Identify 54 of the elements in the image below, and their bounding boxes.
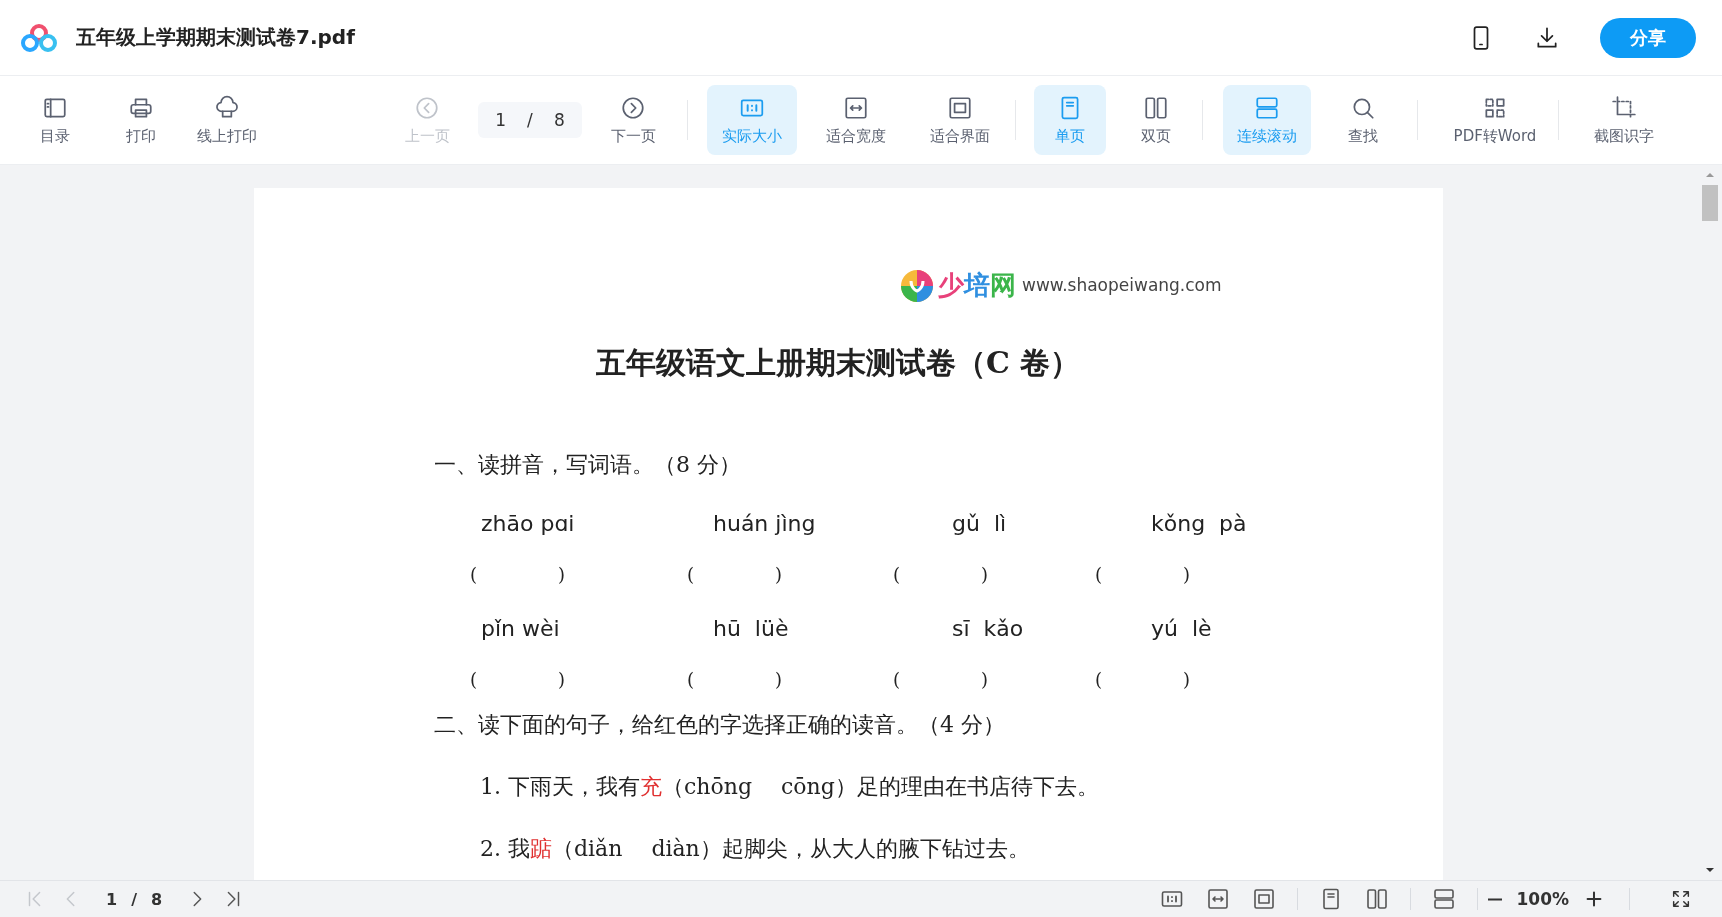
toolbar-button[interactable]: 下一页 <box>589 85 677 155</box>
toolbar-button[interactable]: 适合宽度 <box>811 85 901 155</box>
minus-icon <box>1488 897 1503 901</box>
site-logo: 少培网 www.shaopeiwang.com <box>900 268 1222 303</box>
question-sentence: 2. 我踮（diǎn diàn）起脚尖，从大人的腋下钻过去。 <box>480 835 1031 863</box>
toolbar-button[interactable]: 双页 <box>1120 85 1192 155</box>
question-sentence: 1. 下雨天，我有充（chōng cōng）足的理由在书店待下去。 <box>480 773 1100 801</box>
answer-blank: ( ) <box>893 669 990 690</box>
toolbar-button[interactable]: 适合界面 <box>915 85 1005 155</box>
pinyin-text: sī kǎo <box>952 616 1024 641</box>
continuous-scroll-icon <box>1254 94 1280 121</box>
toolbar-button[interactable]: PDF转Word <box>1442 85 1548 155</box>
double-page-icon <box>1143 94 1169 121</box>
app-logo-icon <box>20 22 58 53</box>
pinyin-text: kǒng pà <box>1151 511 1247 536</box>
left-circle-icon <box>414 94 440 121</box>
answer-blank: ( ) <box>687 669 784 690</box>
answer-blank: ( ) <box>1095 564 1192 585</box>
answer-blank: ( ) <box>1095 669 1192 690</box>
answer-blank: ( ) <box>470 669 567 690</box>
right-circle-icon <box>620 94 646 121</box>
toolbar-button[interactable]: 线上打印 <box>184 85 270 155</box>
scrollbar-thumb[interactable] <box>1702 185 1718 221</box>
pinyin-text: pǐn wèi <box>481 616 560 641</box>
fit-width-icon <box>1206 887 1231 911</box>
pinyin-text: gǔ lì <box>952 511 1007 536</box>
fit-width-icon <box>843 94 869 121</box>
pinyin-text: hū lüè <box>713 616 789 641</box>
fullscreen-icon <box>1670 888 1692 910</box>
pinyin-text: huán jìng <box>713 511 816 536</box>
pinyin-text: yú lè <box>1151 616 1212 641</box>
crop-icon <box>1611 94 1637 121</box>
zoom-level: 100% <box>1516 889 1569 909</box>
continuous-scroll-icon <box>1432 887 1457 911</box>
toolbar-button[interactable]: 查找 <box>1319 85 1407 155</box>
page-number-field[interactable]: 1 / 8 <box>478 102 582 138</box>
answer-blank: ( ) <box>893 564 990 585</box>
answer-blank: ( ) <box>470 564 567 585</box>
toolbar-button[interactable]: 打印 <box>98 85 184 155</box>
scroll-down-icon[interactable] <box>1706 868 1714 872</box>
page-indicator: 1 / 8 <box>106 889 163 909</box>
cloud-printer-icon <box>214 94 240 121</box>
section-heading: 一、读拼音，写词语。（8 分） <box>434 451 742 479</box>
pinyin-text: zhāo pɑi <box>481 511 575 536</box>
double-page-icon <box>1365 887 1390 911</box>
fit-page-icon <box>947 94 973 121</box>
section-heading: 二、读下面的句子，给红色的字选择正确的读音。（4 分） <box>434 711 1006 739</box>
toolbar-button[interactable]: 截图识字 <box>1578 85 1670 155</box>
document-title: 五年级语文上册期末测试卷（C 卷） <box>596 344 1082 382</box>
fit-page-icon <box>1252 887 1277 911</box>
scroll-up-icon[interactable] <box>1706 173 1714 177</box>
file-title: 五年级上学期期末测试卷7.pdf <box>76 24 356 51</box>
toolbar-button[interactable]: 目录 <box>12 85 98 155</box>
answer-blank: ( ) <box>687 564 784 585</box>
